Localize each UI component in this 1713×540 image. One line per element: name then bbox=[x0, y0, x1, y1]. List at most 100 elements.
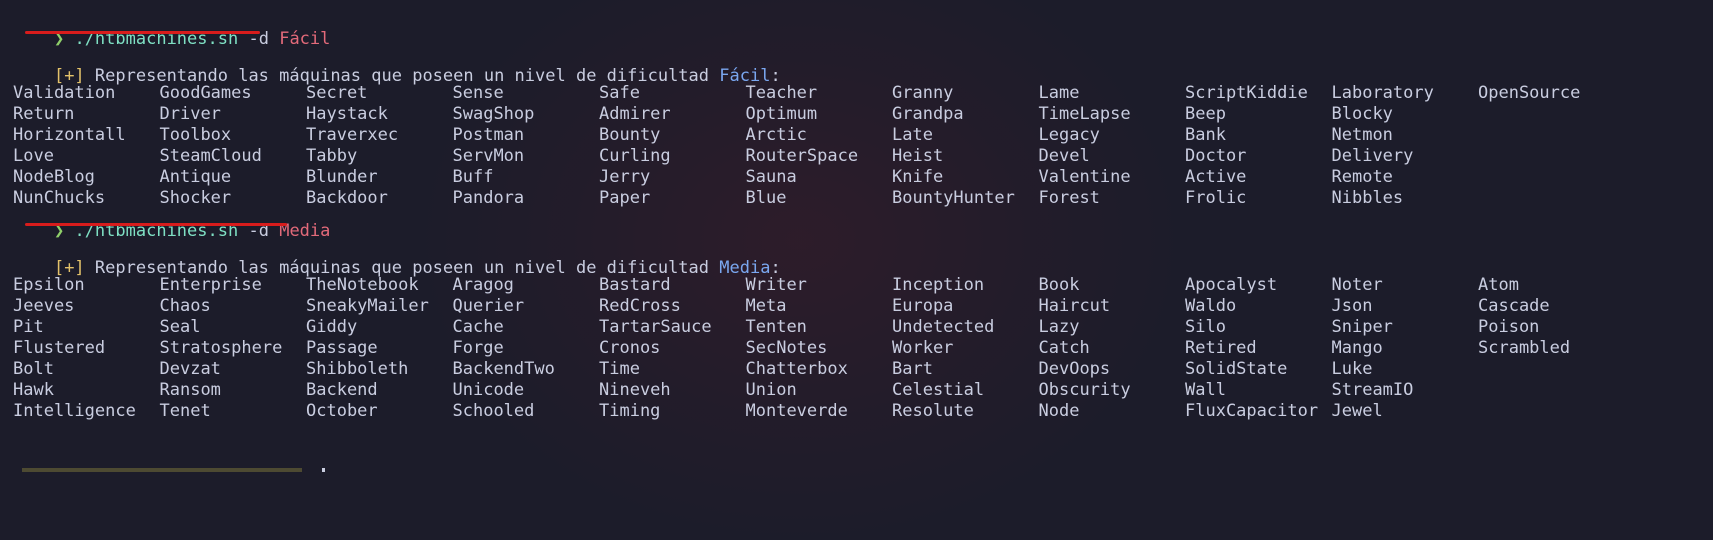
machine-name: Unicode bbox=[452, 380, 525, 400]
machine-name: Aragog bbox=[452, 275, 514, 295]
machine-name: Sauna bbox=[745, 167, 797, 187]
machine-name: Knife bbox=[892, 167, 944, 187]
machine-name: Teacher bbox=[745, 83, 818, 103]
cursor bbox=[322, 468, 325, 472]
machine-name: Node bbox=[1038, 401, 1080, 421]
machine-name: Cascade bbox=[1478, 296, 1550, 316]
machine-name: Valentine bbox=[1038, 167, 1131, 187]
machine-name: Backend bbox=[306, 380, 378, 400]
machine-name: OpenSource bbox=[1478, 83, 1581, 103]
machine-name: NodeBlog bbox=[13, 167, 95, 187]
machine-name: Catch bbox=[1038, 338, 1090, 358]
machine-name: Flustered bbox=[13, 338, 106, 358]
annotation-underline bbox=[25, 223, 287, 226]
machine-name: Apocalyst bbox=[1185, 275, 1278, 295]
machine-name: Obscurity bbox=[1038, 380, 1131, 400]
command-line-easy: ❯ ./htbmachines.sh -d Fácil bbox=[13, 8, 330, 49]
machine-name: Haircut bbox=[1038, 296, 1111, 316]
machine-name: BackendTwo bbox=[452, 359, 555, 379]
machine-name: Sniper bbox=[1331, 317, 1393, 337]
machine-name: Json bbox=[1331, 296, 1373, 316]
section-header-easy: [+] Representando las máquinas que posee… bbox=[13, 45, 781, 86]
machine-name: Enterprise bbox=[159, 275, 262, 295]
machine-name: Postman bbox=[452, 125, 525, 145]
machine-name: Lame bbox=[1038, 83, 1080, 103]
machine-name: Sense bbox=[452, 83, 504, 103]
machine-name: Validation bbox=[13, 83, 116, 103]
machine-name: Doctor bbox=[1185, 146, 1247, 166]
machine-name: Curling bbox=[599, 146, 671, 166]
machine-name: Late bbox=[892, 125, 933, 145]
machine-name: Nibbles bbox=[1331, 188, 1404, 208]
machine-name: SecNotes bbox=[745, 338, 828, 358]
machine-name: Time bbox=[599, 359, 640, 379]
machine-name: GoodGames bbox=[159, 83, 252, 103]
machine-name: Inception bbox=[892, 275, 985, 295]
machine-name: Ransom bbox=[159, 380, 221, 400]
machine-name: ServMon bbox=[452, 146, 525, 166]
machine-name: Devzat bbox=[159, 359, 221, 379]
machine-name: Heist bbox=[892, 146, 944, 166]
machine-name: Hawk bbox=[13, 380, 54, 400]
machine-name: Remote bbox=[1331, 167, 1393, 187]
machine-name: SolidState bbox=[1185, 359, 1288, 379]
machine-name: TartarSauce bbox=[599, 317, 712, 337]
machine-name: Grandpa bbox=[892, 104, 964, 124]
machine-name: Return bbox=[13, 104, 75, 124]
machine-name: Bank bbox=[1185, 125, 1226, 145]
machine-name: RouterSpace bbox=[745, 146, 859, 166]
machine-name: Buff bbox=[452, 167, 494, 187]
machine-name: Forest bbox=[1038, 188, 1100, 208]
machine-name: SneakyMailer bbox=[306, 296, 429, 316]
machine-name: Blunder bbox=[306, 167, 378, 187]
machine-name: Wall bbox=[1185, 380, 1226, 400]
machine-name: BountyHunter bbox=[892, 188, 1015, 208]
machine-name: Active bbox=[1185, 167, 1247, 187]
machine-name: Poison bbox=[1478, 317, 1540, 337]
machine-name: Worker bbox=[892, 338, 954, 358]
machine-name: Chaos bbox=[159, 296, 211, 316]
machine-name: Meta bbox=[745, 296, 787, 316]
machine-name: Safe bbox=[599, 83, 640, 103]
machine-name: SteamCloud bbox=[159, 146, 262, 166]
machine-name: Undetected bbox=[892, 317, 995, 337]
machine-name: Schooled bbox=[452, 401, 535, 421]
machine-name: StreamIO bbox=[1331, 380, 1414, 400]
machine-name: Scrambled bbox=[1478, 338, 1571, 358]
machine-name: Shibboleth bbox=[306, 359, 409, 379]
machine-name: Horizontall bbox=[13, 125, 126, 145]
machine-name: Seal bbox=[159, 317, 201, 337]
machine-name: Epsilon bbox=[13, 275, 85, 295]
machine-name: Europa bbox=[892, 296, 954, 316]
machine-name: Frolic bbox=[1185, 188, 1247, 208]
machine-name: Pit bbox=[13, 317, 44, 337]
machine-name: Giddy bbox=[306, 317, 358, 337]
machine-name: Luke bbox=[1331, 359, 1373, 379]
machine-name: Secret bbox=[306, 83, 368, 103]
machine-name: Mango bbox=[1331, 338, 1383, 358]
machine-name: RedCross bbox=[599, 296, 681, 316]
machine-name: Atom bbox=[1478, 275, 1519, 295]
machine-name: Lazy bbox=[1038, 317, 1080, 337]
machine-name: Toolbox bbox=[159, 125, 232, 145]
machine-name: Forge bbox=[452, 338, 504, 358]
machine-name: Delivery bbox=[1331, 146, 1414, 166]
machine-name: Bolt bbox=[13, 359, 54, 379]
machine-name: Nineveh bbox=[599, 380, 671, 400]
terminal-output[interactable]: ❯ ./htbmachines.sh -d Fácil [+] Represen… bbox=[0, 0, 1713, 472]
machine-name: Timing bbox=[599, 401, 661, 421]
machine-name: Jerry bbox=[599, 167, 651, 187]
machine-name: Chatterbox bbox=[745, 359, 848, 379]
machine-name: Antique bbox=[159, 167, 232, 187]
machine-name: Admirer bbox=[599, 104, 671, 124]
machine-name: Love bbox=[13, 146, 54, 166]
machine-name: DevOops bbox=[1038, 359, 1111, 379]
machine-name: Devel bbox=[1038, 146, 1090, 166]
annotation-underline bbox=[25, 31, 260, 34]
machine-name: Bastard bbox=[599, 275, 671, 295]
machine-name: TheNotebook bbox=[306, 275, 419, 295]
machine-name: Stratosphere bbox=[159, 338, 283, 358]
machine-name: Bounty bbox=[599, 125, 661, 145]
machine-name: ScriptKiddie bbox=[1185, 83, 1308, 103]
machine-name: Monteverde bbox=[745, 401, 848, 421]
